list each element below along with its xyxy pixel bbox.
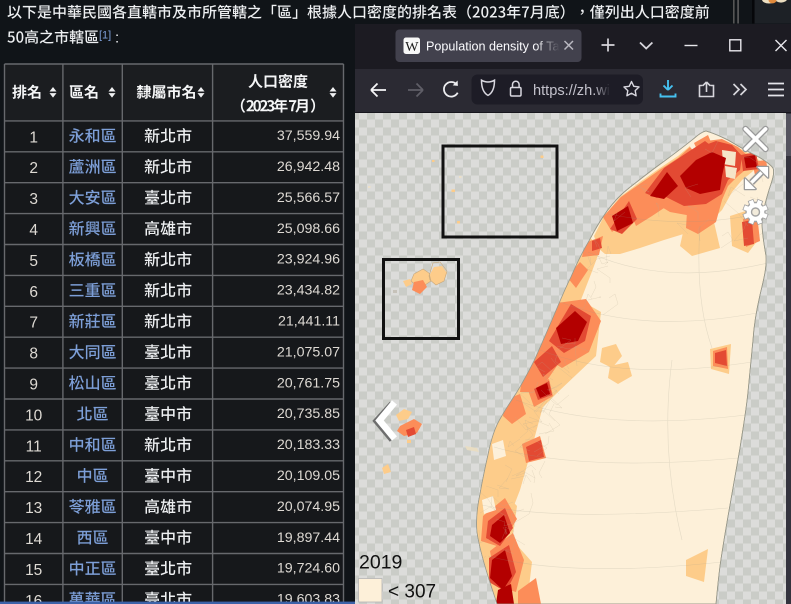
- svg-text:https://zh.wi: https://zh.wi: [533, 83, 610, 99]
- svg-text:Population density of Ta: Population density of Ta: [426, 40, 560, 54]
- svg-text:W: W: [405, 40, 419, 55]
